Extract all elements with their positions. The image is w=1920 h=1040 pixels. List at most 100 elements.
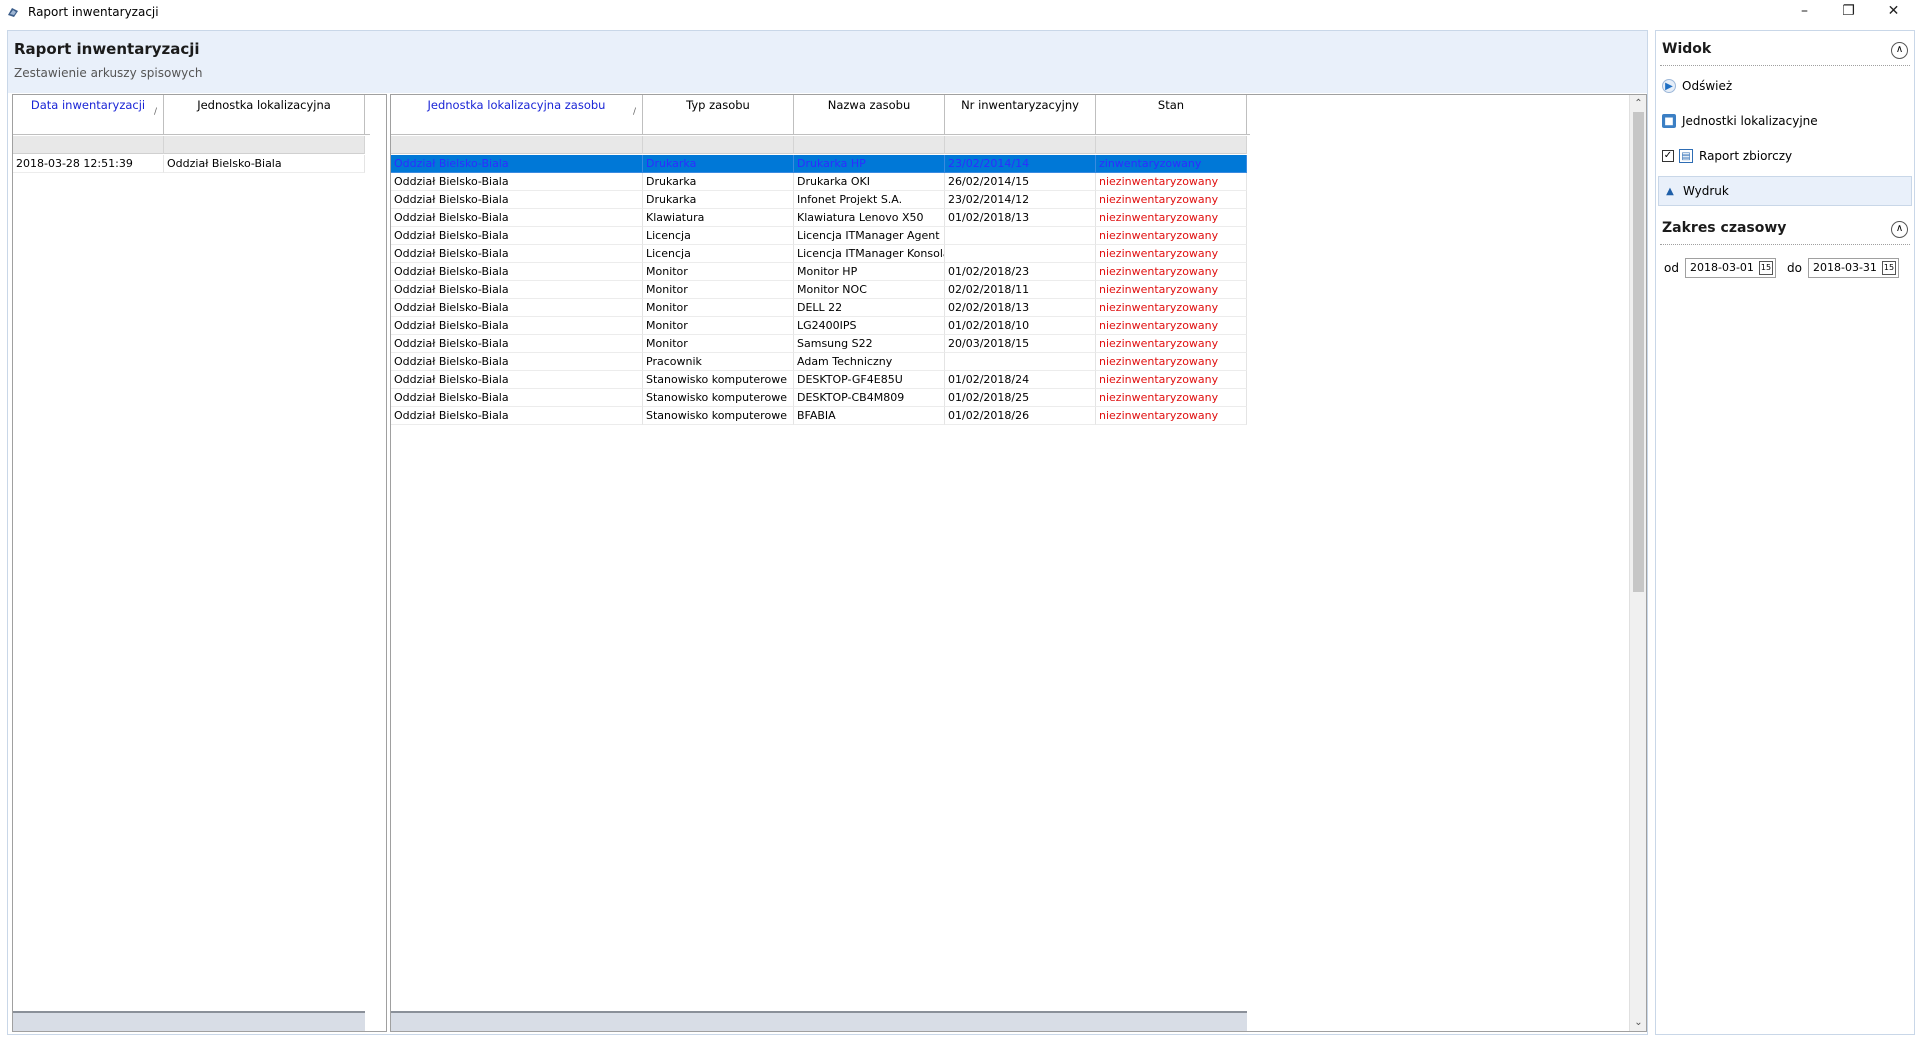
table-row[interactable]: Oddział Bielsko-Biala Stanowisko komputer…	[391, 389, 1247, 407]
date-to-value: 2018-03-31	[1813, 261, 1877, 274]
table-cell: niezinwentaryzowany	[1096, 353, 1247, 371]
table-cell: niezinwentaryzowany	[1096, 371, 1247, 389]
date-to-input[interactable]: 2018-03-31 15	[1808, 258, 1899, 278]
grid-header: Data inwentaryzacji / Jednostka lokaliza…	[13, 95, 370, 135]
location-units-button[interactable]: ■ Jednostki lokalizacyjne	[1658, 106, 1912, 136]
scroll-up-icon[interactable]: ⌃	[1630, 95, 1646, 112]
table-row[interactable]: Oddział Bielsko-Biala Stanowisko komputer…	[391, 371, 1247, 389]
table-cell: niezinwentaryzowany	[1096, 335, 1247, 353]
summary-report-label: Raport zbiorczy	[1699, 149, 1793, 163]
minimize-button[interactable]: –	[1782, 0, 1827, 22]
time-range-section-title: Zakres czasowy	[1662, 220, 1787, 236]
table-cell: Monitor	[643, 263, 794, 281]
divider	[1660, 244, 1910, 245]
table-row[interactable]: Oddział Bielsko-Biala Monitor DELL 22 02/02…	[391, 299, 1247, 317]
side-panel: Widok ∧ ▶ Odśwież ■ Jednostki lokalizacy…	[1655, 30, 1915, 1035]
table-row[interactable]: Oddział Bielsko-Biala Licencja Licencja IT…	[391, 227, 1247, 245]
table-row[interactable]: Oddział Bielsko-Biala Pracownik Adam Techn…	[391, 353, 1247, 371]
sort-indicator-icon: /	[632, 107, 636, 117]
table-cell: Infonet Projekt S.A.	[794, 191, 945, 209]
table-cell: Oddział Bielsko-Biala	[391, 227, 643, 245]
table-cell: Licencja	[643, 227, 794, 245]
table-row[interactable]: Oddział Bielsko-Biala Drukarka Drukarka HP…	[391, 155, 1247, 173]
date-from-value: 2018-03-01	[1690, 261, 1754, 274]
date-to-label: do	[1787, 261, 1802, 275]
scroll-down-icon[interactable]: ⌄	[1630, 1014, 1646, 1031]
column-header-name[interactable]: Nazwa zasobu	[794, 95, 945, 135]
column-header-date[interactable]: Data inwentaryzacji /	[13, 95, 164, 135]
filter-row[interactable]	[13, 136, 365, 154]
summary-report-toggle[interactable]: ✓ ▤ Raport zbiorczy	[1658, 141, 1912, 171]
scroll-thumb[interactable]	[1633, 112, 1644, 592]
table-cell: Oddział Bielsko-Biala	[391, 155, 643, 173]
table-cell: Oddział Bielsko-Biala	[391, 245, 643, 263]
page-title: Raport inwentaryzacji	[14, 40, 200, 58]
table-cell: niezinwentaryzowany	[1096, 245, 1247, 263]
close-button[interactable]: ✕	[1871, 0, 1916, 22]
column-header-location[interactable]: Jednostka lokalizacyjna	[164, 95, 365, 135]
table-cell: LG2400IPS	[794, 317, 945, 335]
date-from-input[interactable]: 2018-03-01 15	[1685, 258, 1776, 278]
sheets-grid[interactable]: Data inwentaryzacji / Jednostka lokaliza…	[12, 94, 387, 1032]
table-cell	[945, 245, 1096, 263]
table-cell: niezinwentaryzowany	[1096, 227, 1247, 245]
filter-cell[interactable]	[1096, 136, 1247, 154]
collapse-time-range-icon[interactable]: ∧	[1891, 221, 1908, 238]
vertical-scrollbar[interactable]: ⌃ ⌄	[1629, 95, 1646, 1031]
table-row[interactable]: Oddział Bielsko-Biala Stanowisko komputer…	[391, 407, 1247, 425]
table-row[interactable]: Oddział Bielsko-Biala Monitor Monitor HP 01…	[391, 263, 1247, 281]
filter-cell[interactable]	[794, 136, 945, 154]
filter-row[interactable]	[391, 136, 1247, 154]
table-cell: 02/02/2018/11	[945, 281, 1096, 299]
restore-button[interactable]: ❐	[1826, 0, 1871, 22]
filter-cell[interactable]	[945, 136, 1096, 154]
table-cell: Monitor	[643, 299, 794, 317]
table-row[interactable]: Oddział Bielsko-Biala Monitor Monitor NOC 0…	[391, 281, 1247, 299]
table-cell: Klawiatura	[643, 209, 794, 227]
table-cell	[945, 353, 1096, 371]
table-cell: DELL 22	[794, 299, 945, 317]
table-row[interactable]: Oddział Bielsko-Biala Klawiatura Klawiatur…	[391, 209, 1247, 227]
collapse-view-icon[interactable]: ∧	[1891, 42, 1908, 59]
table-row[interactable]: Oddział Bielsko-Biala Monitor Samsung S22 2…	[391, 335, 1247, 353]
summary-report-checkbox[interactable]: ✓	[1662, 150, 1674, 162]
calendar-icon[interactable]: 15	[1759, 261, 1773, 275]
title-bar: Raport inwentaryzacji – ❐ ✕	[0, 0, 1920, 23]
table-row[interactable]: 2018-03-28 12:51:39 Oddział Bielsko-Biala	[13, 155, 365, 173]
table-cell: Monitor HP	[794, 263, 945, 281]
column-header-location-unit[interactable]: Jednostka lokalizacyjna zasobu /	[391, 95, 643, 135]
summary-report-icon: ▤	[1679, 149, 1693, 163]
table-row[interactable]: Oddział Bielsko-Biala Drukarka Infonet Pro…	[391, 191, 1247, 209]
column-header-status[interactable]: Stan	[1096, 95, 1247, 135]
filter-cell[interactable]	[13, 136, 164, 154]
table-row[interactable]: Oddział Bielsko-Biala Licencja Licencja IT…	[391, 245, 1247, 263]
table-cell: niezinwentaryzowany	[1096, 281, 1247, 299]
refresh-button[interactable]: ▶ Odśwież	[1658, 71, 1912, 101]
table-cell: Drukarka	[643, 173, 794, 191]
table-cell: Licencja ITManager Konsola	[794, 245, 945, 263]
print-label: Wydruk	[1683, 184, 1729, 198]
filter-cell[interactable]	[643, 136, 794, 154]
column-header-label: Jednostka lokalizacyjna	[197, 98, 331, 112]
assets-grid[interactable]: Jednostka lokalizacyjna zasobu / Typ zas…	[390, 94, 1647, 1032]
filter-cell[interactable]	[391, 136, 643, 154]
table-cell: 23/02/2014/14	[945, 155, 1096, 173]
table-row[interactable]: Oddział Bielsko-Biala Drukarka Drukarka OK…	[391, 173, 1247, 191]
table-cell: Monitor	[643, 317, 794, 335]
table-cell: zinwentaryzowany	[1096, 155, 1247, 173]
table-cell: DESKTOP-CB4M809	[794, 389, 945, 407]
calendar-icon[interactable]: 15	[1882, 261, 1896, 275]
table-cell: 01/02/2018/10	[945, 317, 1096, 335]
column-header-type[interactable]: Typ zasobu	[643, 95, 794, 135]
table-cell: niezinwentaryzowany	[1096, 173, 1247, 191]
table-cell: Monitor NOC	[794, 281, 945, 299]
table-cell: Oddział Bielsko-Biala	[391, 353, 643, 371]
table-row[interactable]: Oddział Bielsko-Biala Monitor LG2400IPS 01/…	[391, 317, 1247, 335]
column-header-inventory-number[interactable]: Nr inwentaryzacyjny	[945, 95, 1096, 135]
print-button[interactable]: ▲ Wydruk	[1658, 176, 1912, 206]
location-units-label: Jednostki lokalizacyjne	[1682, 114, 1818, 128]
table-cell: 01/02/2018/13	[945, 209, 1096, 227]
filter-cell[interactable]	[164, 136, 365, 154]
table-cell: Stanowisko komputerowe	[643, 407, 794, 425]
table-cell: Oddział Bielsko-Biala	[391, 191, 643, 209]
